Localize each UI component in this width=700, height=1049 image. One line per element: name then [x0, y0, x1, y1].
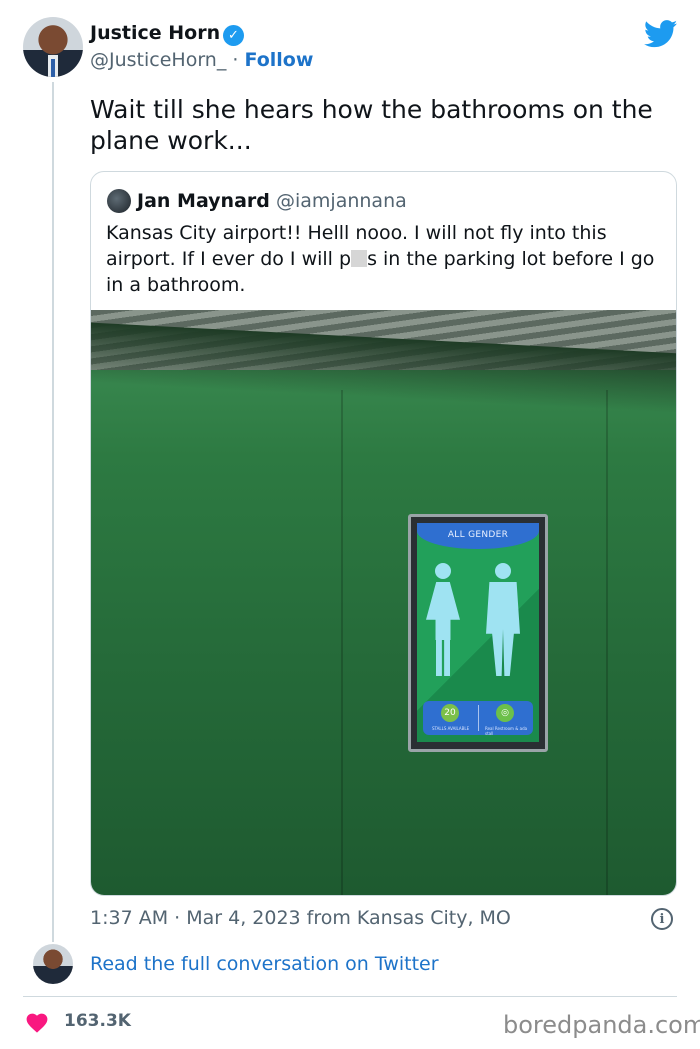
stalls-count-badge: 20 [441, 704, 459, 722]
like-count: 163.3K [64, 1011, 131, 1031]
woman-figure-head [435, 563, 451, 579]
wall-seam [606, 390, 608, 895]
heart-icon[interactable] [25, 1011, 49, 1033]
quoted-author-handle[interactable]: @iamjannana [276, 190, 407, 212]
quoted-tweet-text: Kansas City airport!! Helll nooo. I will… [106, 220, 666, 298]
quoted-author-name[interactable]: Jan Maynard [137, 190, 270, 212]
sign-header: ALL GENDER [417, 523, 539, 549]
quoted-tweet-card[interactable]: Jan Maynard @iamjannana Kansas City airp… [90, 171, 677, 896]
separator: · [232, 49, 239, 71]
footer-divider [478, 705, 479, 731]
sign-footer: 20 STALLS AVAILABLE ◎ Real Restroom & ad… [423, 701, 533, 736]
author-name[interactable]: Justice Horn [90, 22, 220, 44]
divider [23, 996, 677, 997]
stalls-label: STALLS AVAILABLE [432, 726, 470, 731]
thread-line [52, 82, 54, 942]
restroom-sign-display: ALL GENDER 20 STALLS AVAILABLE ◎ Real Re… [408, 514, 548, 752]
woman-figure-icon [426, 582, 460, 640]
info-icon[interactable]: i [651, 908, 673, 930]
author-avatar-small[interactable] [33, 944, 73, 984]
sign-header-text: ALL GENDER [447, 530, 509, 540]
censor-block [351, 250, 368, 267]
man-figure-icon [486, 582, 520, 676]
restroom-sign-screen: ALL GENDER 20 STALLS AVAILABLE ◎ Real Re… [417, 523, 539, 742]
right-label: Real Restroom & ada stall [485, 726, 528, 736]
tweet-photo[interactable]: ALL GENDER 20 STALLS AVAILABLE ◎ Real Re… [91, 310, 676, 895]
tweet-timestamp[interactable]: 1:37 AM · Mar 4, 2023 from Kansas City, … [90, 907, 511, 929]
author-handle-row: @JusticeHorn_ · Follow [90, 49, 313, 71]
man-figure-head [495, 563, 511, 579]
tweet-text: Wait till she hears how the bathrooms on… [90, 95, 653, 155]
read-conversation-link[interactable]: Read the full conversation on Twitter [90, 953, 439, 975]
ada-badge-icon: ◎ [496, 704, 514, 722]
watermark: boredpanda.com [503, 1011, 700, 1039]
verified-icon: ✓ [223, 25, 244, 46]
woman-figure-legs [436, 638, 450, 676]
twitter-bird-icon[interactable] [644, 20, 678, 48]
follow-button[interactable]: Follow [244, 49, 313, 71]
quoted-author-avatar[interactable] [107, 189, 131, 213]
wall-seam [341, 390, 343, 895]
author-avatar[interactable] [23, 17, 83, 77]
author-handle[interactable]: @JusticeHorn_ [90, 49, 226, 71]
